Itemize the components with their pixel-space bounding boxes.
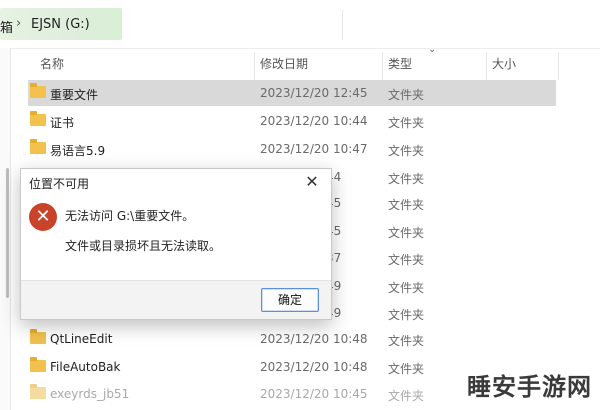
folder-icon xyxy=(30,83,46,98)
file-type: 文件夹 xyxy=(388,253,425,267)
column-header-date[interactable]: 修改日期 xyxy=(260,50,308,78)
file-type: 文件夹 xyxy=(388,198,425,212)
file-name: 易语言5.9 xyxy=(50,144,106,158)
breadcrumb-root[interactable]: 箱 xyxy=(0,17,13,36)
file-date: 2023/12/20 10:48 xyxy=(260,332,368,346)
dialog-detail: 文件或目录损坏且无法读取。 xyxy=(65,239,222,253)
navigation-pane[interactable] xyxy=(0,48,11,410)
folder-icon xyxy=(30,357,46,372)
sort-chevron-icon: ⌄ xyxy=(428,44,437,55)
file-type: 文件夹 xyxy=(388,362,425,376)
dialog-footer: 确定 xyxy=(21,280,331,319)
file-row[interactable]: 重要文件 2023/12/20 12:45 文件夹 xyxy=(28,80,556,106)
breadcrumb-drive[interactable]: EJSN (G:) xyxy=(31,17,90,32)
dialog-title: 位置不可用 xyxy=(29,177,90,191)
file-date: 2023/12/20 10:45 xyxy=(260,387,368,401)
column-header-type[interactable]: 类型 xyxy=(388,50,412,78)
file-type: 文件夹 xyxy=(388,281,425,295)
column-header-name[interactable]: 名称 xyxy=(40,50,64,78)
column-divider[interactable] xyxy=(558,52,559,80)
file-type: 文件夹 xyxy=(388,226,425,240)
ok-button[interactable]: 确定 xyxy=(261,288,319,312)
folder-icon xyxy=(30,111,46,126)
file-name: 证书 xyxy=(50,116,75,130)
file-date: 2023/12/20 10:44 xyxy=(260,114,368,128)
column-divider[interactable] xyxy=(382,52,383,80)
folder-icon xyxy=(30,139,46,154)
file-name: QtLineEdit xyxy=(50,332,113,346)
dialog-message: 无法访问 G:\重要文件。 xyxy=(65,209,195,223)
file-name: FileAutoBak xyxy=(50,360,121,374)
search-area[interactable] xyxy=(342,10,600,40)
address-bar[interactable]: 箱 › EJSN (G:) xyxy=(0,0,600,49)
file-row[interactable]: QtLineEdit 2023/12/20 10:48 文件夹 xyxy=(28,326,556,352)
file-date: 2023/12/20 10:47 xyxy=(260,142,368,156)
file-type: 文件夹 xyxy=(388,172,425,186)
watermark: 睡安手游网 xyxy=(467,373,592,401)
location-unavailable-dialog: 位置不可用 ✕ ✕ 无法访问 G:\重要文件。 文件或目录损坏且无法读取。 确定 xyxy=(20,168,332,320)
close-icon[interactable]: ✕ xyxy=(301,171,323,193)
file-row[interactable]: 证书 2023/12/20 10:44 文件夹 xyxy=(28,108,556,134)
file-name: 重要文件 xyxy=(50,88,99,102)
navigation-scrollbar[interactable] xyxy=(6,168,9,298)
file-date: 2023/12/20 10:48 xyxy=(260,360,368,374)
file-name: exeyrds_jb51 xyxy=(50,387,130,401)
file-row[interactable]: 易语言5.9 2023/12/20 10:47 文件夹 xyxy=(28,136,556,162)
folder-icon xyxy=(30,384,46,399)
file-type: 文件夹 xyxy=(388,389,425,403)
file-type: 文件夹 xyxy=(388,144,425,158)
file-date: 2023/12/20 12:45 xyxy=(260,86,368,100)
file-type: 文件夹 xyxy=(388,116,425,130)
column-divider[interactable] xyxy=(486,52,487,80)
file-type: 文件夹 xyxy=(388,88,425,102)
file-type: 文件夹 xyxy=(388,308,425,322)
column-divider[interactable] xyxy=(254,52,255,80)
column-header-size[interactable]: 大小 xyxy=(492,50,516,78)
file-type: 文件夹 xyxy=(388,334,425,348)
breadcrumb-chevron-icon[interactable]: › xyxy=(16,16,21,31)
folder-icon xyxy=(30,329,46,344)
error-icon: ✕ xyxy=(29,203,57,231)
